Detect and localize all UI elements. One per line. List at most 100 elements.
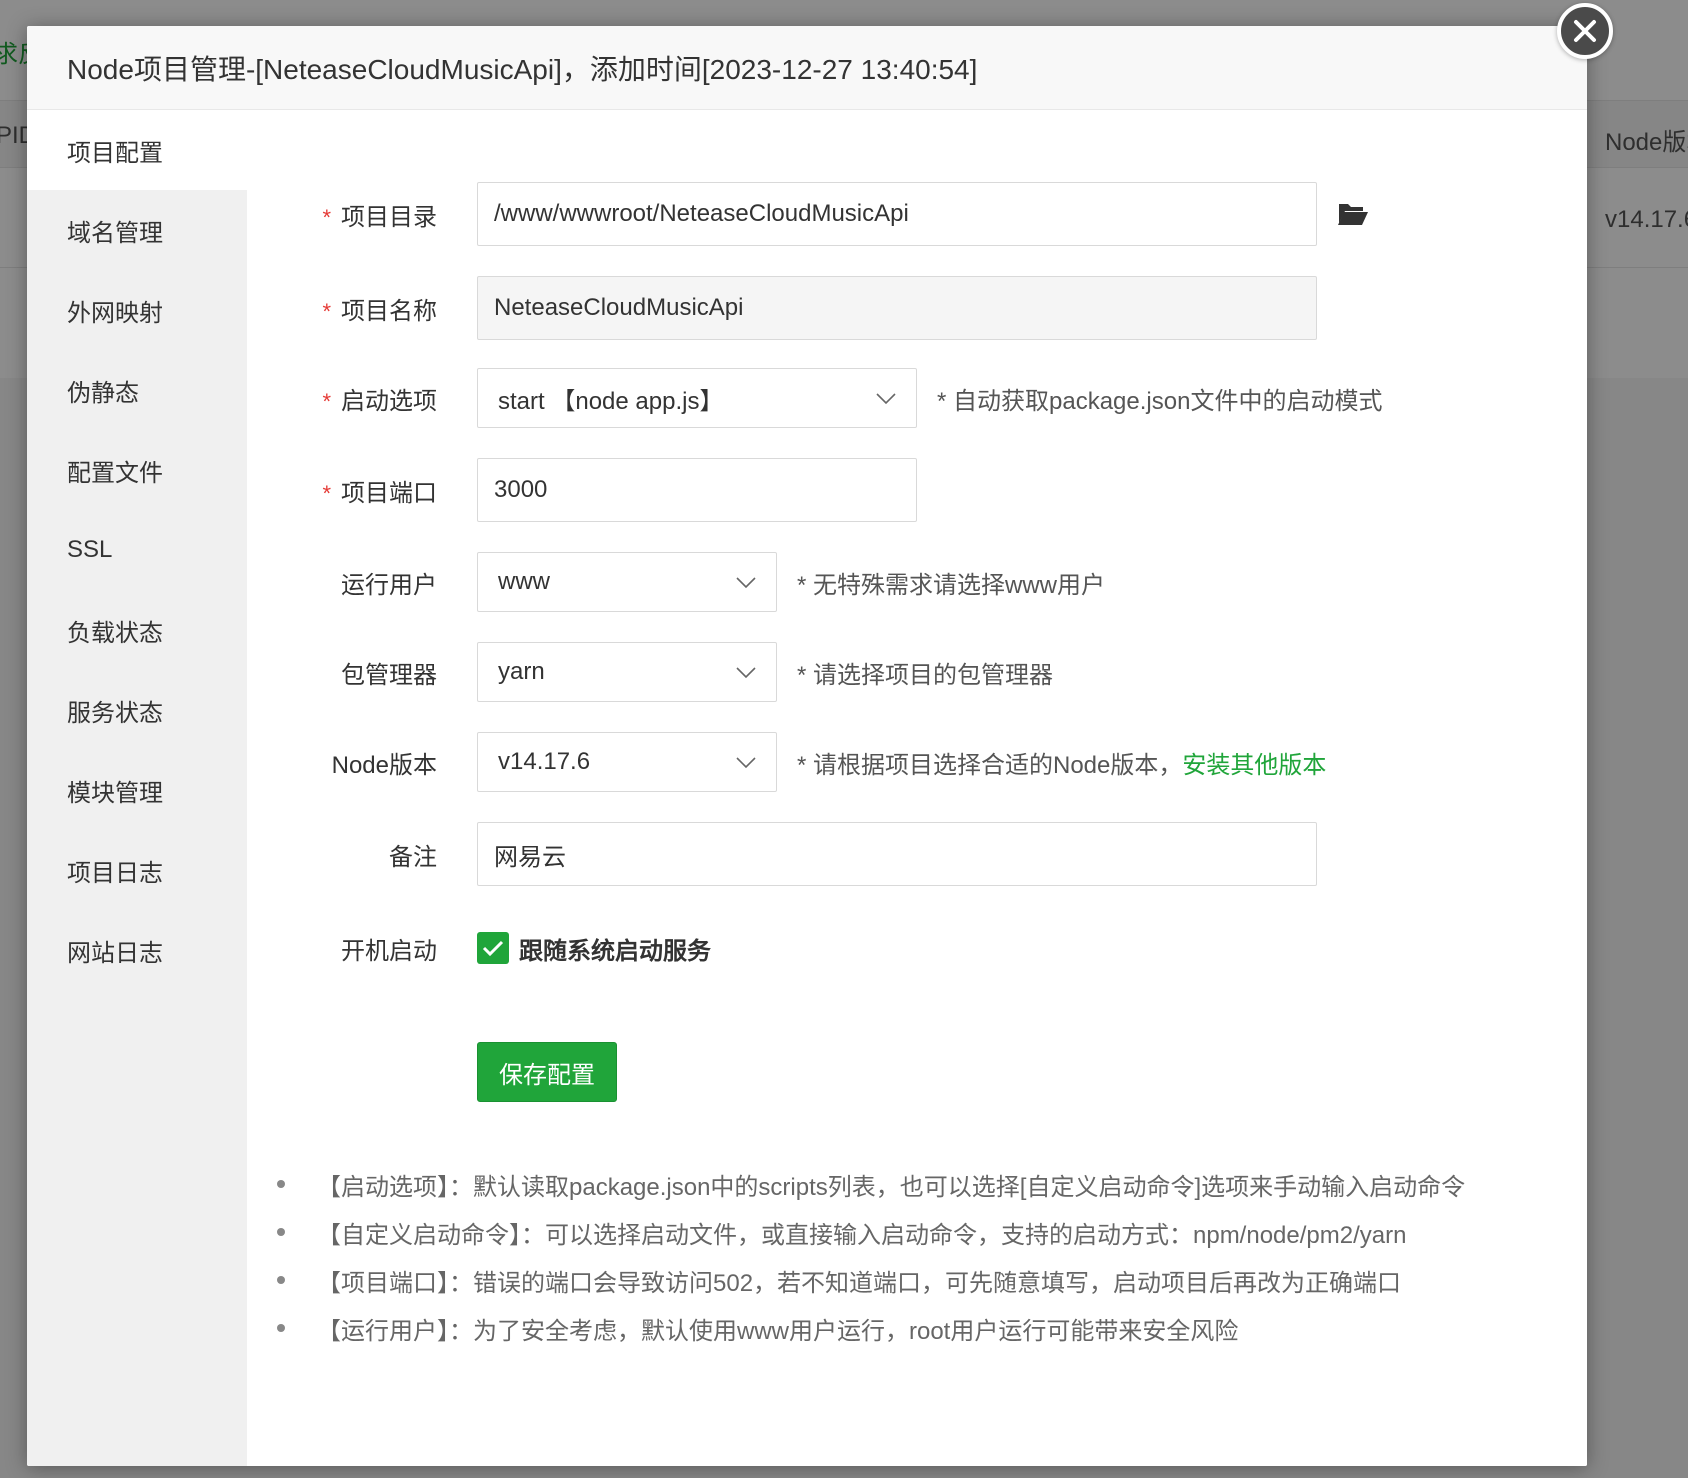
close-icon xyxy=(1574,20,1596,42)
chevron-down-icon xyxy=(876,384,896,412)
node-version-label: Node版本 xyxy=(331,751,437,779)
modal-title: Node项目管理-[NeteaseCloudMusicApi]，添加时间[202… xyxy=(27,26,1587,110)
start-option-value: start 【node app.js】 xyxy=(498,387,724,415)
project-dir-label-text: 项目目录 xyxy=(341,203,437,231)
sidebar-item-label: 网站日志 xyxy=(67,939,163,967)
modal-body: 项目配置 域名管理 外网映射 伪静态 配置文件 SSL 负载状态 服务状态 模块… xyxy=(27,110,1587,1466)
form-row-autostart: 开机启动 跟随系统启动服务 xyxy=(247,918,1587,978)
form-row-project-port: * 项目端口 3000 xyxy=(247,458,1587,522)
required-mark: * xyxy=(322,298,331,324)
save-config-button[interactable]: 保存配置 xyxy=(477,1042,617,1102)
folder-open-icon[interactable] xyxy=(1337,201,1369,227)
sidebar-item-load-status[interactable]: 负载状态 xyxy=(27,590,247,670)
note-text: 【自定义启动命令】：可以选择启动文件，或直接输入启动命令，支持的启动方式：npm… xyxy=(317,1221,1407,1249)
note-text: 【启动选项】：默认读取package.json中的scripts列表，也可以选择… xyxy=(317,1173,1466,1201)
sidebar: 项目配置 域名管理 外网映射 伪静态 配置文件 SSL 负载状态 服务状态 模块… xyxy=(27,110,247,1466)
sidebar-item-label: 项目配置 xyxy=(67,139,163,167)
sidebar-item-project-log[interactable]: 项目日志 xyxy=(27,830,247,910)
package-manager-value: yarn xyxy=(498,658,545,685)
sidebar-item-label: 模块管理 xyxy=(67,779,163,807)
project-dir-field: /www/wwwroot/NeteaseCloudMusicApi xyxy=(477,182,1369,246)
package-manager-label: 包管理器 xyxy=(341,661,437,689)
project-port-label-text: 项目端口 xyxy=(341,479,437,507)
form-row-project-dir: * 项目目录 /www/wwwroot/NeteaseCloudMusicApi xyxy=(247,182,1587,246)
sidebar-item-modules[interactable]: 模块管理 xyxy=(27,750,247,830)
sidebar-item-label: 伪静态 xyxy=(67,379,139,407)
package-manager-field: yarn * 请选择项目的包管理器 xyxy=(477,642,1053,702)
sidebar-item-service-status[interactable]: 服务状态 xyxy=(27,670,247,750)
project-name-label: * 项目名称 xyxy=(247,291,437,326)
node-version-select[interactable]: v14.17.6 xyxy=(477,732,777,792)
list-item: 【运行用户】：为了安全考虑，默认使用www用户运行，root用户运行可能带来安全… xyxy=(277,1304,1577,1352)
required-mark: * xyxy=(322,388,331,414)
start-option-select[interactable]: start 【node app.js】 xyxy=(477,368,917,428)
run-user-field: www * 无特殊需求请选择www用户 xyxy=(477,552,1105,612)
sidebar-item-label: 负载状态 xyxy=(67,619,163,647)
chevron-down-icon xyxy=(736,568,756,596)
sidebar-item-site-log[interactable]: 网站日志 xyxy=(27,910,247,990)
required-mark: * xyxy=(322,204,331,230)
form-row-package-manager: 包管理器 yarn * 请选择项目的包管理器 xyxy=(247,642,1587,702)
chevron-down-icon xyxy=(736,658,756,686)
autostart-checkbox[interactable] xyxy=(477,932,509,964)
note-text: 【运行用户】：为了安全考虑，默认使用www用户运行，root用户运行可能带来安全… xyxy=(317,1317,1239,1345)
node-project-modal: Node项目管理-[NeteaseCloudMusicApi]，添加时间[202… xyxy=(27,26,1587,1466)
form-row-project-name: * 项目名称 NeteaseCloudMusicApi xyxy=(247,276,1587,340)
start-option-hint: * 自动获取package.json文件中的启动模式 xyxy=(937,387,1383,415)
project-port-label: * 项目端口 xyxy=(247,473,437,508)
remark-label: 备注 xyxy=(389,843,437,871)
run-user-select[interactable]: www xyxy=(477,552,777,612)
node-version-hint: * 请根据项目选择合适的Node版本，安装其他版本 xyxy=(797,745,1326,780)
sidebar-item-label: 外网映射 xyxy=(67,299,163,327)
sidebar-item-domain[interactable]: 域名管理 xyxy=(27,190,247,270)
start-option-field: start 【node app.js】 * 自动获取package.json文件… xyxy=(477,368,1382,428)
check-icon xyxy=(482,940,504,957)
sidebar-item-config-file[interactable]: 配置文件 xyxy=(27,430,247,510)
node-version-field: v14.17.6 * 请根据项目选择合适的Node版本，安装其他版本 xyxy=(477,732,1326,792)
note-text: 【项目端口】：错误的端口会导致访问502，若不知道端口，可先随意填写，启动项目后… xyxy=(317,1269,1402,1297)
node-version-value: v14.17.6 xyxy=(498,748,591,775)
sidebar-item-external-mapping[interactable]: 外网映射 xyxy=(27,270,247,350)
run-user-label: 运行用户 xyxy=(341,571,437,599)
remark-input[interactable]: 网易云 xyxy=(477,822,1317,886)
node-version-hint-text: * 请根据项目选择合适的Node版本， xyxy=(797,751,1183,779)
autostart-checkbox-label[interactable]: 跟随系统启动服务 xyxy=(519,931,711,966)
start-option-label-text: 启动选项 xyxy=(341,387,437,415)
autostart-field: 跟随系统启动服务 xyxy=(477,931,711,966)
project-port-field: 3000 xyxy=(477,458,917,522)
form-row-remark: 备注 网易云 xyxy=(247,822,1587,886)
remark-field: 网易云 xyxy=(477,822,1317,886)
bullet-icon xyxy=(277,1276,285,1284)
project-dir-label: * 项目目录 xyxy=(247,197,437,232)
project-name-field: NeteaseCloudMusicApi xyxy=(477,276,1317,340)
form-row-start-option: * 启动选项 start 【node app.js】 * 自动获取package.… xyxy=(247,368,1587,428)
project-name-label-text: 项目名称 xyxy=(341,297,437,325)
package-manager-select[interactable]: yarn xyxy=(477,642,777,702)
sidebar-item-rewrite[interactable]: 伪静态 xyxy=(27,350,247,430)
close-button[interactable] xyxy=(1557,3,1613,59)
project-port-input[interactable]: 3000 xyxy=(477,458,917,522)
run-user-hint: * 无特殊需求请选择www用户 xyxy=(797,571,1106,599)
bullet-icon xyxy=(277,1324,285,1332)
form-row-run-user: 运行用户 www * 无特殊需求请选择www用户 xyxy=(247,552,1587,612)
project-name-input[interactable]: NeteaseCloudMusicApi xyxy=(477,276,1317,340)
sidebar-item-label: 域名管理 xyxy=(67,219,163,247)
run-user-value: www xyxy=(498,568,550,595)
autostart-label: 开机启动 xyxy=(341,937,437,965)
install-other-version-link[interactable]: 安装其他版本 xyxy=(1182,752,1326,779)
list-item: 【启动选项】：默认读取package.json中的scripts列表，也可以选择… xyxy=(277,1160,1577,1208)
help-notes: 【启动选项】：默认读取package.json中的scripts列表，也可以选择… xyxy=(277,1160,1577,1352)
sidebar-item-label: 服务状态 xyxy=(67,699,163,727)
start-option-label: * 启动选项 xyxy=(247,381,437,416)
form-row-node-version: Node版本 v14.17.6 * 请根据项目选择合适的Node版本，安装其他版… xyxy=(247,732,1587,792)
chevron-down-icon xyxy=(736,748,756,776)
list-item: 【项目端口】：错误的端口会导致访问502，若不知道端口，可先随意填写，启动项目后… xyxy=(277,1256,1577,1304)
sidebar-item-ssl[interactable]: SSL xyxy=(27,510,247,590)
bullet-icon xyxy=(277,1180,285,1188)
list-item: 【自定义启动命令】：可以选择启动文件，或直接输入启动命令，支持的启动方式：npm… xyxy=(277,1208,1577,1256)
project-dir-input[interactable]: /www/wwwroot/NeteaseCloudMusicApi xyxy=(477,182,1317,246)
sidebar-item-label: 配置文件 xyxy=(67,459,163,487)
sidebar-item-project-config[interactable]: 项目配置 xyxy=(27,110,247,190)
package-manager-hint: * 请选择项目的包管理器 xyxy=(797,661,1054,689)
sidebar-item-label: SSL xyxy=(67,536,113,563)
